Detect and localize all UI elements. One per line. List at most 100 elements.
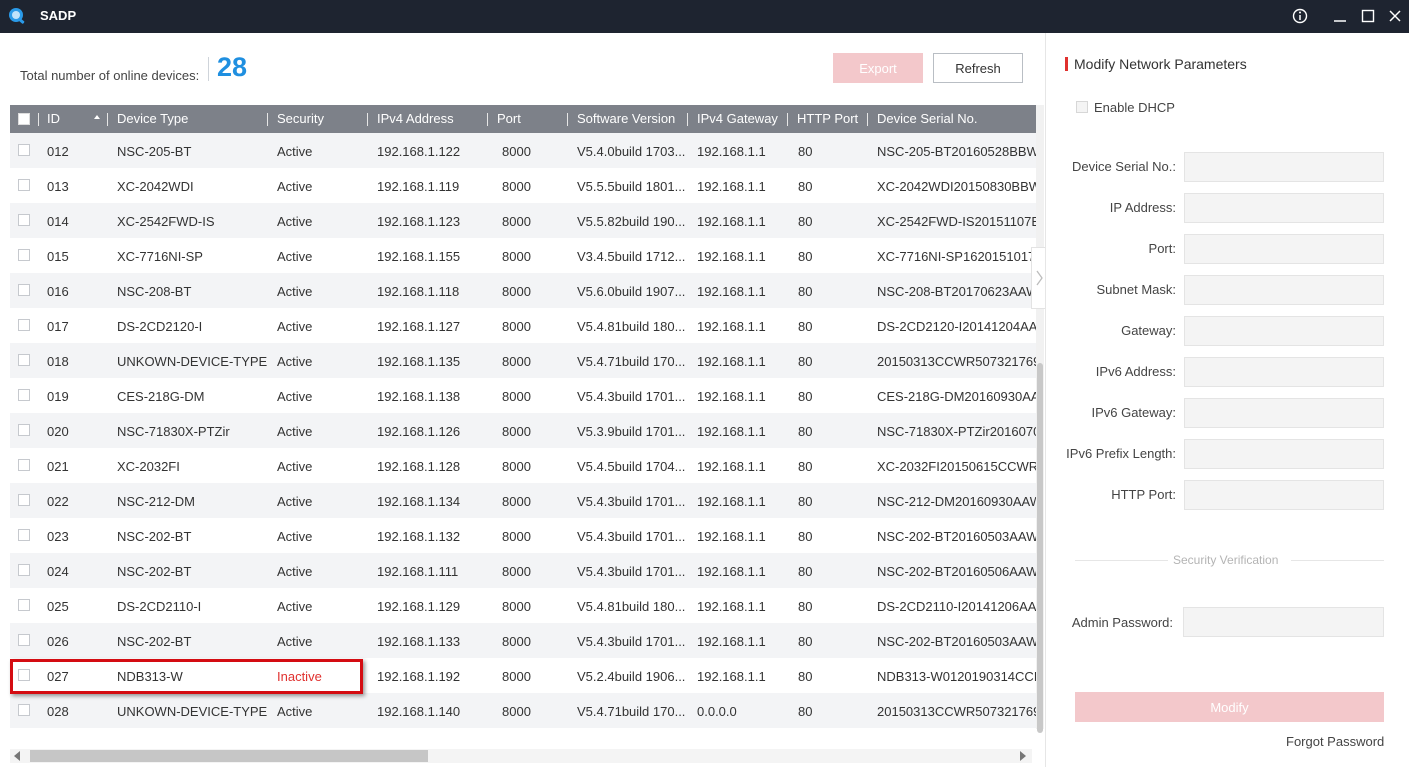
row-checkbox[interactable] [18, 389, 30, 401]
column-header-software-version[interactable]: Software Version [577, 111, 675, 126]
cell-ipv4-gateway: 192.168.1.1 [697, 284, 766, 299]
row-checkbox[interactable] [18, 144, 30, 156]
cell-http-port: 80 [798, 354, 813, 369]
table-row[interactable]: 020 NSC-71830X-PTZir Active 192.168.1.126 80… [10, 413, 1036, 448]
maximize-icon[interactable] [1357, 5, 1379, 27]
table-row[interactable]: 028 UNKOWN-DEVICE-TYPE Active 192.168.1.140… [10, 693, 1036, 728]
cell-ipv4-address: 192.168.1.111 [377, 564, 459, 579]
cell-security: Active [277, 179, 313, 194]
column-header-security[interactable]: Security [277, 111, 324, 126]
column-header-device-type[interactable]: Device Type [117, 111, 188, 126]
admin-password-field[interactable] [1183, 607, 1384, 637]
cell-device-serial-no: NSC-71830X-PTZir2016070 [877, 424, 1036, 439]
row-checkbox[interactable] [18, 424, 30, 436]
cell-device-serial-no: NSC-208-BT20170623AAWR [877, 284, 1036, 299]
scroll-right-icon[interactable] [1020, 751, 1026, 761]
table-row[interactable]: 023 NSC-202-BT Active 192.168.1.132 8000 V5.4… [10, 518, 1036, 553]
table-row[interactable]: 025 DS-2CD2110-I Active 192.168.1.129 8000 V5… [10, 588, 1036, 623]
table-row[interactable]: 017 DS-2CD2120-I Active 192.168.1.127 8000 V5… [10, 308, 1036, 343]
table-row[interactable]: 021 XC-2032FI Active 192.168.1.128 8000 V5.4.… [10, 448, 1036, 483]
cell-security: Active [277, 144, 313, 159]
cell-software-version: V5.4.0build 1703... [577, 144, 686, 159]
column-separator [567, 113, 568, 126]
cell-device-serial-no: NSC-202-BT20160503AAWR [877, 529, 1036, 544]
cell-ipv4-gateway: 192.168.1.1 [697, 249, 766, 264]
cell-software-version: V5.2.4build 1906... [577, 669, 686, 684]
row-checkbox[interactable] [18, 214, 30, 226]
port-field[interactable] [1184, 234, 1384, 264]
row-checkbox[interactable] [18, 179, 30, 191]
cell-id: 021 [47, 459, 69, 474]
table-row[interactable]: 013 XC-2042WDI Active 192.168.1.119 8000 V5.5… [10, 168, 1036, 203]
cell-device-serial-no: DS-2CD2110-I20141206AAW [877, 599, 1036, 614]
table-row[interactable]: 022 NSC-212-DM Active 192.168.1.134 8000 V5.4… [10, 483, 1036, 518]
column-header-device-serial-no[interactable]: Device Serial No. [877, 111, 977, 126]
row-checkbox[interactable] [18, 249, 30, 261]
forgot-password-link[interactable]: Forgot Password [1286, 734, 1384, 749]
export-button[interactable]: Export [833, 53, 923, 83]
row-checkbox[interactable] [18, 284, 30, 296]
table-row[interactable]: 015 XC-7716NI-SP Active 192.168.1.155 8000 V3… [10, 238, 1036, 273]
row-checkbox[interactable] [18, 319, 30, 331]
cell-device-serial-no: 20150313CCWR507321769 [877, 704, 1036, 719]
column-header-ipv4-address[interactable]: IPv4 Address [377, 111, 454, 126]
row-checkbox[interactable] [18, 354, 30, 366]
close-icon[interactable] [1384, 5, 1406, 27]
cell-software-version: V5.4.5build 1704... [577, 459, 686, 474]
section-marker [1065, 57, 1068, 71]
minimize-icon[interactable] [1329, 5, 1351, 27]
enable-dhcp-checkbox[interactable] [1076, 101, 1088, 113]
table-row[interactable]: 012 NSC-205-BT Active 192.168.1.122 8000 V5.4… [10, 133, 1036, 168]
row-checkbox[interactable] [18, 599, 30, 611]
cell-ipv4-gateway: 0.0.0.0 [697, 704, 737, 719]
cell-software-version: V5.5.82build 190... [577, 214, 686, 229]
row-checkbox[interactable] [18, 564, 30, 576]
info-icon[interactable] [1289, 5, 1311, 27]
cell-id: 015 [47, 249, 69, 264]
select-all-checkbox[interactable] [18, 113, 30, 125]
cell-http-port: 80 [798, 179, 813, 194]
scroll-left-icon[interactable] [14, 751, 20, 761]
table-row[interactable]: 016 NSC-208-BT Active 192.168.1.118 8000 V5.6… [10, 273, 1036, 308]
column-header-ipv4-gateway[interactable]: IPv4 Gateway [697, 111, 778, 126]
cell-ipv4-gateway: 192.168.1.1 [697, 564, 766, 579]
cell-http-port: 80 [798, 634, 813, 649]
cell-ipv4-gateway: 192.168.1.1 [697, 494, 766, 509]
collapse-panel-tab[interactable] [1031, 247, 1045, 309]
row-checkbox[interactable] [18, 494, 30, 506]
cell-id: 019 [47, 389, 69, 404]
gateway-field[interactable] [1184, 316, 1384, 346]
table-row[interactable]: 014 XC-2542FWD-IS Active 192.168.1.123 8000 V… [10, 203, 1036, 238]
column-separator [687, 113, 688, 126]
horizontal-scrollbar-thumb[interactable] [30, 750, 428, 762]
column-header-port[interactable]: Port [497, 111, 521, 126]
column-header-id[interactable]: ID [47, 111, 60, 126]
column-separator [38, 113, 39, 126]
row-checkbox[interactable] [18, 634, 30, 646]
table-row[interactable]: 019 CES-218G-DM Active 192.168.1.138 8000 V5.… [10, 378, 1036, 413]
ip-address-field[interactable] [1184, 193, 1384, 223]
subnet-mask-field[interactable] [1184, 275, 1384, 305]
cell-device-type: CES-218G-DM [117, 389, 205, 404]
table-row[interactable]: 018 UNKOWN-DEVICE-TYPE Active 192.168.1.135… [10, 343, 1036, 378]
ipv6-address-field[interactable] [1184, 357, 1384, 387]
device-serial-field[interactable] [1184, 152, 1384, 182]
cell-ipv4-address: 192.168.1.134 [377, 494, 461, 509]
cell-ipv4-address: 192.168.1.119 [377, 179, 460, 194]
modify-button[interactable]: Modify [1075, 692, 1384, 722]
table-row[interactable]: 024 NSC-202-BT Active 192.168.1.111 8000 V5.4… [10, 553, 1036, 588]
cell-ipv4-gateway: 192.168.1.1 [697, 354, 766, 369]
row-checkbox[interactable] [18, 459, 30, 471]
column-header-http-port[interactable]: HTTP Port [797, 111, 858, 126]
ipv6-gateway-field[interactable] [1184, 398, 1384, 428]
cell-port: 8000 [502, 494, 531, 509]
row-checkbox[interactable] [18, 704, 30, 716]
table-row[interactable]: 026 NSC-202-BT Active 192.168.1.133 8000 V5.4… [10, 623, 1036, 658]
cell-ipv4-address: 192.168.1.127 [377, 319, 461, 334]
row-checkbox[interactable] [18, 529, 30, 541]
vertical-scrollbar-thumb[interactable] [1037, 363, 1043, 733]
ipv6-prefix-length-label: IPv6 Prefix Length: [1066, 446, 1176, 461]
refresh-button[interactable]: Refresh [933, 53, 1023, 83]
ipv6-prefix-length-field[interactable] [1184, 439, 1384, 469]
http-port-field[interactable] [1184, 480, 1384, 510]
